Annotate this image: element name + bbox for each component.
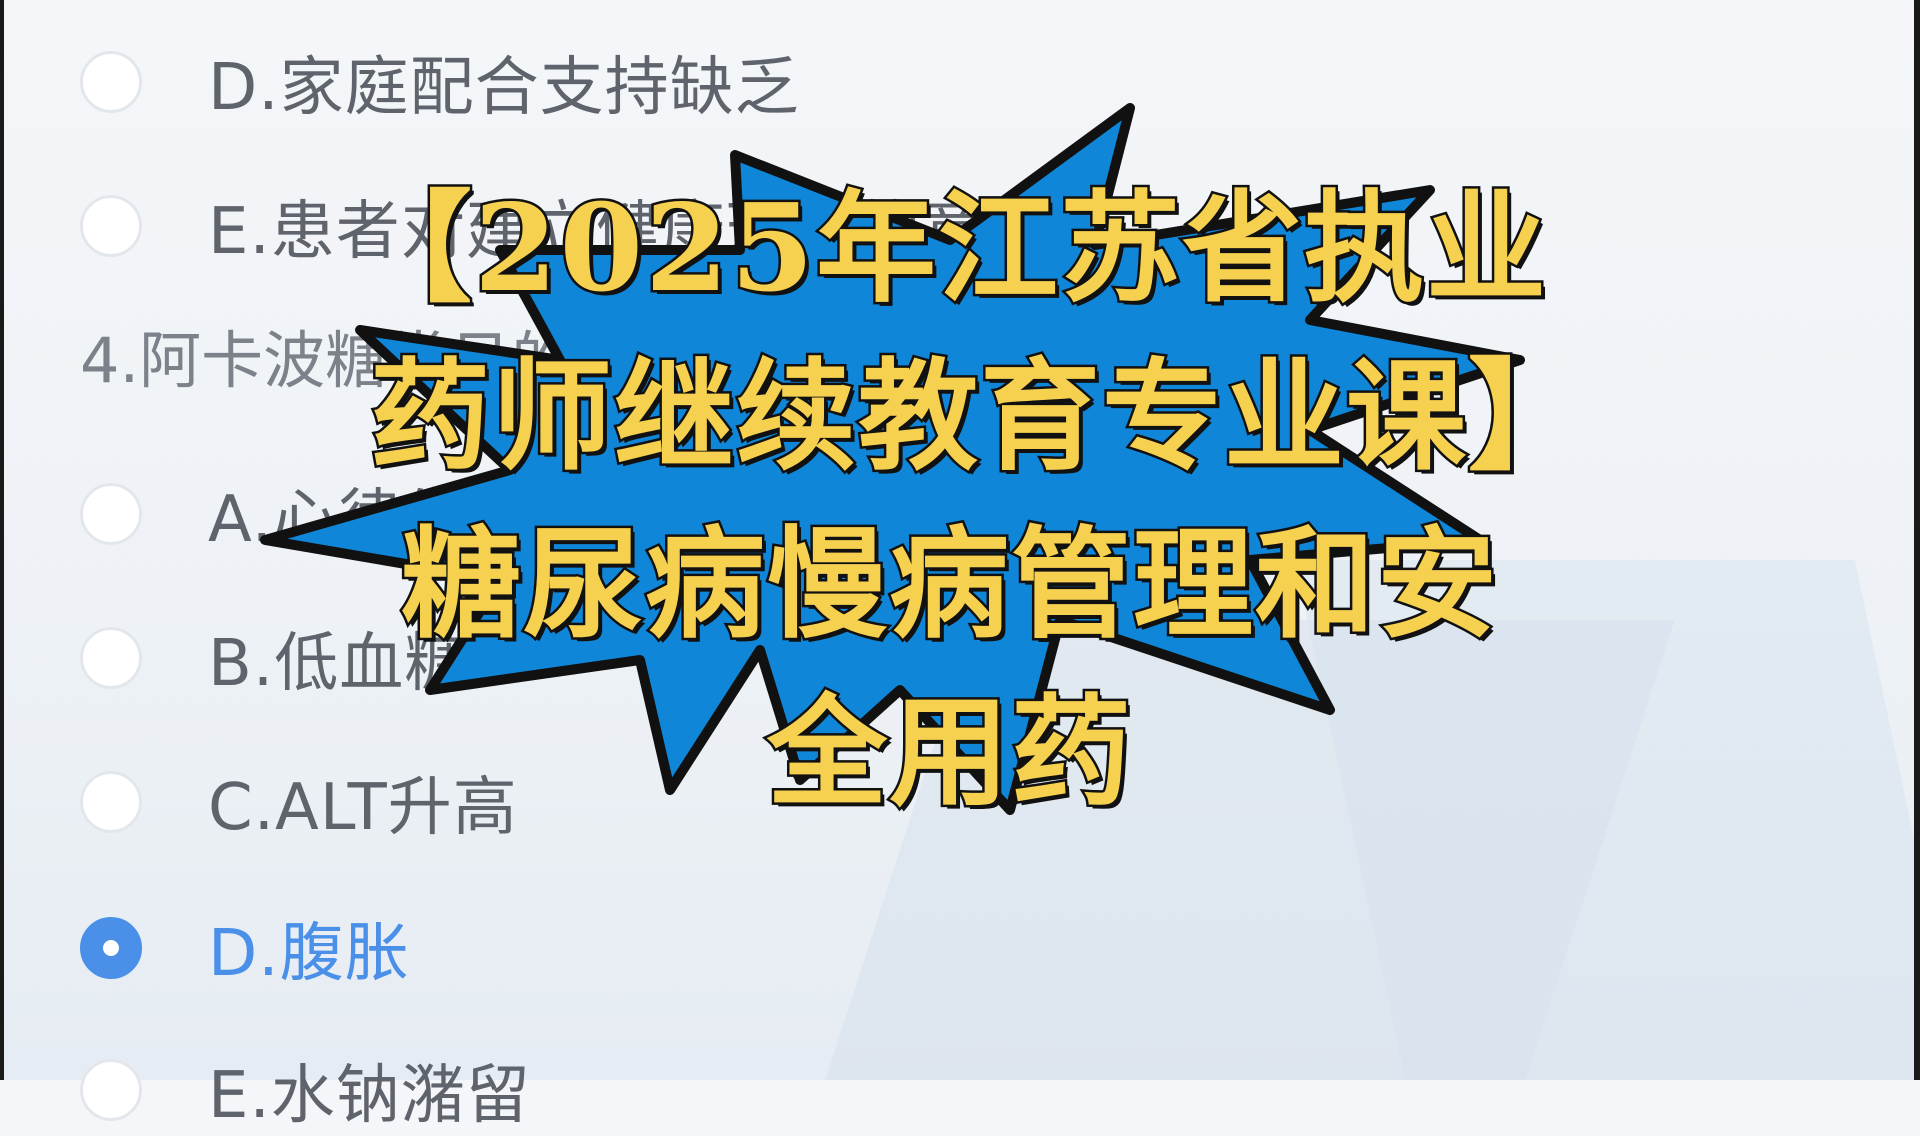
overlay-title: 【2025年江苏省执业药师继续教育专业课】糖尿病慢病管理和安全用药 <box>350 176 1549 826</box>
title-overlay: 【2025年江苏省执业药师继续教育专业课】糖尿病慢病管理和安全用药 <box>0 0 1920 1080</box>
